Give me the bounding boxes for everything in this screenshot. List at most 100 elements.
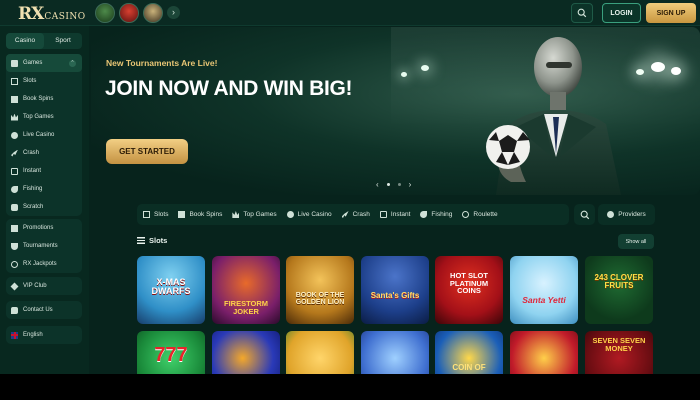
- providers-icon: [607, 211, 615, 218]
- providers-label: Providers: [618, 211, 646, 218]
- sidebar-item-label: Slots: [23, 78, 37, 84]
- category-label: Book Spins: [189, 211, 223, 218]
- game-tile[interactable]: [286, 331, 354, 374]
- sidebar-item-label: Fishing: [23, 186, 43, 192]
- section-title: Slots: [149, 236, 168, 245]
- trophy-icon: [11, 242, 18, 250]
- game-tile[interactable]: HOT SLOT PLATINUM COINS: [435, 256, 503, 324]
- sidebar-item-live-casino[interactable]: Live Casino: [6, 126, 82, 144]
- game-title: 777: [154, 344, 188, 366]
- slots-section-header: Slots: [137, 236, 167, 245]
- carousel-controls: ‹ ›: [376, 180, 411, 189]
- game-tile[interactable]: 777: [137, 331, 205, 374]
- sidebar-item-fishing[interactable]: Fishing: [6, 180, 82, 198]
- book-icon: [11, 95, 18, 103]
- sidebar-item-crash[interactable]: Crash: [6, 144, 82, 162]
- uk-flag-icon: [11, 331, 18, 339]
- games-icon: [11, 59, 18, 67]
- sidebar-item-promotions[interactable]: Promotions: [6, 219, 82, 237]
- instant-icon: [379, 211, 387, 218]
- language-label: English: [23, 332, 43, 338]
- sidebar-item-contact-us[interactable]: Contact Us: [6, 301, 82, 319]
- sidebar-item-label: RX Jackpots: [23, 261, 57, 267]
- fish-icon: [420, 211, 428, 218]
- game-tile[interactable]: [361, 331, 429, 374]
- category-top-games[interactable]: Top Games: [232, 211, 277, 218]
- category-crash[interactable]: Crash: [341, 211, 370, 218]
- casino-sport-toggle: Casino Sport: [6, 33, 82, 49]
- crown-icon: [232, 211, 240, 218]
- sidebar-item-label: Instant: [23, 168, 42, 174]
- category-roulette[interactable]: Roulette: [462, 211, 498, 218]
- category-label: Slots: [154, 211, 169, 218]
- game-tile[interactable]: X-MAS DWARFS: [137, 256, 205, 324]
- live-icon: [11, 131, 18, 139]
- get-started-button[interactable]: GET STARTED: [106, 139, 188, 164]
- rocket-icon: [341, 211, 349, 218]
- diamond-icon: [10, 282, 19, 290]
- game-tile[interactable]: 243 CLOVER FRUITS: [585, 256, 653, 324]
- signup-button[interactable]: SIGN UP: [646, 3, 696, 23]
- language-selector[interactable]: English: [6, 326, 82, 344]
- tab-sport[interactable]: Sport: [44, 33, 82, 49]
- sidebar-item-games[interactable]: Games ⌃: [6, 54, 82, 72]
- fish-icon: [11, 185, 18, 193]
- logo[interactable]: RX CASINO: [18, 4, 86, 24]
- promo-thumbnail-3[interactable]: [143, 3, 163, 23]
- category-live-casino[interactable]: Live Casino: [286, 211, 332, 218]
- search-icon: [577, 8, 587, 18]
- sidebar-item-scratch[interactable]: Scratch: [6, 198, 82, 216]
- sidebar-item-vip-club[interactable]: VIP Club: [6, 277, 82, 295]
- hero-banner[interactable]: New Tournaments Are Live! JOIN NOW AND W…: [91, 27, 700, 195]
- language-menu: English: [6, 326, 82, 344]
- gift-icon: [11, 224, 18, 232]
- game-tile[interactable]: BOOK OF THE GOLDEN LION: [286, 256, 354, 324]
- sidebar-item-slots[interactable]: Slots: [6, 72, 82, 90]
- jackpot-icon: [11, 260, 18, 268]
- providers-button[interactable]: Providers: [598, 204, 655, 225]
- category-label: Instant: [390, 211, 411, 218]
- game-title: HOT SLOT PLATINUM COINS: [449, 271, 489, 295]
- game-title: 243 CLOVER FRUITS: [594, 273, 644, 290]
- slots-icon: [143, 211, 150, 218]
- promo-next-arrow-icon[interactable]: ›: [167, 6, 180, 19]
- sidebar-item-label: Crash: [23, 150, 40, 156]
- category-book-spins[interactable]: Book Spins: [178, 211, 222, 218]
- sidebar-item-label: Games: [23, 60, 43, 66]
- category-label: Crash: [352, 211, 370, 218]
- slots-icon: [11, 77, 18, 85]
- carousel-dot[interactable]: [397, 183, 401, 186]
- promo-thumbnail-1[interactable]: [95, 3, 115, 23]
- carousel-prev-icon[interactable]: ‹: [376, 180, 379, 189]
- game-tile[interactable]: Santa Yetti: [510, 256, 578, 324]
- sidebar-item-rx-jackpots[interactable]: RX Jackpots: [6, 255, 82, 273]
- search-button[interactable]: [571, 3, 593, 23]
- carousel-next-icon[interactable]: ›: [409, 180, 412, 189]
- sidebar-item-instant[interactable]: Instant: [6, 162, 82, 180]
- game-search-button[interactable]: [574, 204, 595, 225]
- sidebar-item-book-spins[interactable]: Book Spins: [6, 90, 82, 108]
- category-instant[interactable]: Instant: [379, 211, 411, 218]
- login-button[interactable]: LOGIN: [602, 3, 641, 23]
- game-tile[interactable]: COIN OF: [435, 331, 503, 374]
- category-fishing[interactable]: Fishing: [420, 211, 452, 218]
- game-tile[interactable]: [212, 331, 280, 374]
- game-tile[interactable]: SEVEN SEVEN MONEY: [585, 331, 653, 374]
- tab-casino[interactable]: Casino: [6, 33, 44, 49]
- sidebar-item-tournaments[interactable]: Tournaments: [6, 237, 82, 255]
- category-bar: Slots Book Spins Top Games Live Casino C…: [137, 204, 569, 225]
- game-title: X-MAS DWARFS: [151, 277, 191, 296]
- game-tile[interactable]: FIRESTORM JOKER: [212, 256, 280, 324]
- game-tile[interactable]: [510, 331, 578, 374]
- promo-thumbnail-2[interactable]: [119, 3, 139, 23]
- contact-menu: Contact Us: [6, 301, 82, 319]
- show-all-button[interactable]: Show all: [618, 234, 654, 249]
- chevron-up-icon[interactable]: ⌃: [69, 60, 76, 67]
- carousel-dot[interactable]: [386, 183, 390, 186]
- list-icon: [137, 237, 145, 244]
- game-tile[interactable]: Santa's Gifts: [361, 256, 429, 324]
- sidebar-item-top-games[interactable]: Top Games: [6, 108, 82, 126]
- top-bar: RX CASINO › LOGIN SIGN UP: [0, 0, 700, 26]
- category-slots[interactable]: Slots: [143, 211, 168, 218]
- sidebar-item-label: Live Casino: [23, 132, 55, 138]
